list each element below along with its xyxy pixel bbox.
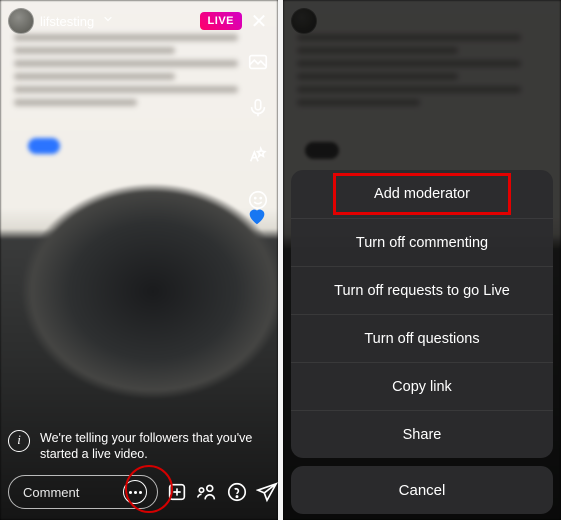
- right-action-rail: [244, 48, 272, 214]
- close-icon[interactable]: ✕: [248, 9, 270, 34]
- comment-input[interactable]: Comment: [8, 475, 158, 509]
- more-options-sheet-screen: Add moderator Turn off commenting Turn o…: [283, 0, 561, 520]
- live-start-toast: i We're telling your followers that you'…: [8, 430, 270, 463]
- avatar[interactable]: [8, 8, 34, 34]
- sheet-item-label: Copy link: [392, 379, 452, 395]
- chevron-down-icon[interactable]: [102, 12, 114, 30]
- live-badge: LIVE: [200, 12, 242, 30]
- sheet-item-label: Add moderator: [374, 186, 470, 202]
- question-icon[interactable]: [226, 479, 248, 505]
- sheet-item-turn-off-commenting[interactable]: Turn off commenting: [291, 218, 553, 266]
- sheet-item-turn-off-questions[interactable]: Turn off questions: [291, 314, 553, 362]
- more-icon[interactable]: [123, 480, 147, 504]
- blurred-pill: [28, 138, 60, 154]
- blurred-content: [14, 28, 238, 178]
- live-broadcast-screen: lifstesting LIVE ✕ i We're telling your …: [0, 0, 278, 520]
- image-icon[interactable]: [244, 48, 272, 76]
- sheet-item-copy-link[interactable]: Copy link: [291, 362, 553, 410]
- sheet-item-turn-off-requests[interactable]: Turn off requests to go Live: [291, 266, 553, 314]
- sheet-item-label: Turn off questions: [364, 331, 479, 347]
- bottom-bar: Comment: [0, 470, 278, 514]
- toast-text: We're telling your followers that you've…: [40, 430, 270, 463]
- sheet-item-add-moderator[interactable]: Add moderator: [291, 170, 553, 218]
- invite-guest-icon[interactable]: [196, 479, 218, 505]
- sheet-item-label: Cancel: [399, 482, 446, 499]
- sheet-cancel-button[interactable]: Cancel: [291, 466, 553, 514]
- action-sheet: Add moderator Turn off commenting Turn o…: [291, 170, 553, 514]
- sheet-item-label: Share: [403, 427, 442, 443]
- top-bar: lifstesting LIVE ✕: [0, 6, 278, 36]
- sheet-item-label: Turn off commenting: [356, 235, 488, 251]
- sheet-item-label: Turn off requests to go Live: [334, 283, 510, 299]
- heart-icon: [246, 205, 268, 227]
- microphone-icon[interactable]: [244, 94, 272, 122]
- send-icon[interactable]: [256, 479, 278, 505]
- add-media-icon[interactable]: [166, 479, 188, 505]
- comment-placeholder: Comment: [23, 485, 79, 500]
- username-label[interactable]: lifstesting: [40, 14, 94, 29]
- action-sheet-group: Add moderator Turn off commenting Turn o…: [291, 170, 553, 458]
- sheet-item-share[interactable]: Share: [291, 410, 553, 458]
- effects-icon[interactable]: [244, 140, 272, 168]
- info-icon: i: [8, 430, 30, 452]
